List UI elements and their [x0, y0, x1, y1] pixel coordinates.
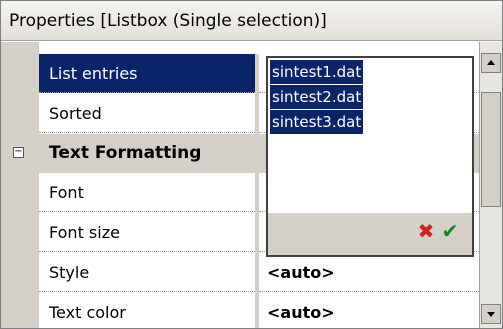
vertical-scrollbar[interactable]	[479, 42, 502, 328]
grid-gutter	[1, 42, 39, 328]
property-name[interactable]: Font size	[39, 213, 255, 252]
property-name[interactable]: List entries	[39, 54, 255, 93]
property-value[interactable]: <auto>	[259, 253, 479, 292]
scrollbar-thumb[interactable]	[481, 92, 501, 207]
properties-panel: Properties [Listbox (Single selection)] …	[0, 0, 503, 329]
property-name[interactable]: Text color	[39, 293, 255, 328]
cancel-x-icon[interactable]: ✖	[415, 219, 437, 243]
list-entries-editor[interactable]: sintest1.dat sintest2.dat sintest3.dat ✖…	[266, 56, 474, 257]
list-entries-textarea[interactable]: sintest1.dat sintest2.dat sintest3.dat	[270, 60, 470, 215]
property-row-style[interactable]: Style <auto>	[39, 253, 479, 293]
property-name[interactable]: Sorted	[39, 94, 255, 133]
panel-title: Properties [Listbox (Single selection)]	[1, 1, 502, 41]
property-name[interactable]: Style	[39, 253, 255, 292]
scroll-down-arrow-icon[interactable]	[481, 304, 501, 324]
list-entry[interactable]: sintest3.dat	[270, 110, 364, 134]
editor-button-bar: ✖ ✔	[268, 213, 472, 255]
property-value[interactable]: <auto>	[259, 293, 479, 328]
property-row-text-color[interactable]: Text color <auto>	[39, 293, 479, 328]
collapse-toggle[interactable]: −	[13, 147, 24, 158]
property-name[interactable]: Font	[39, 173, 255, 212]
ok-check-icon[interactable]: ✔	[439, 219, 461, 243]
list-entry[interactable]: sintest2.dat	[270, 85, 364, 109]
list-entry[interactable]: sintest1.dat	[270, 60, 364, 84]
category-label: Text Formatting	[49, 143, 202, 163]
scroll-up-arrow-icon[interactable]	[481, 53, 501, 73]
